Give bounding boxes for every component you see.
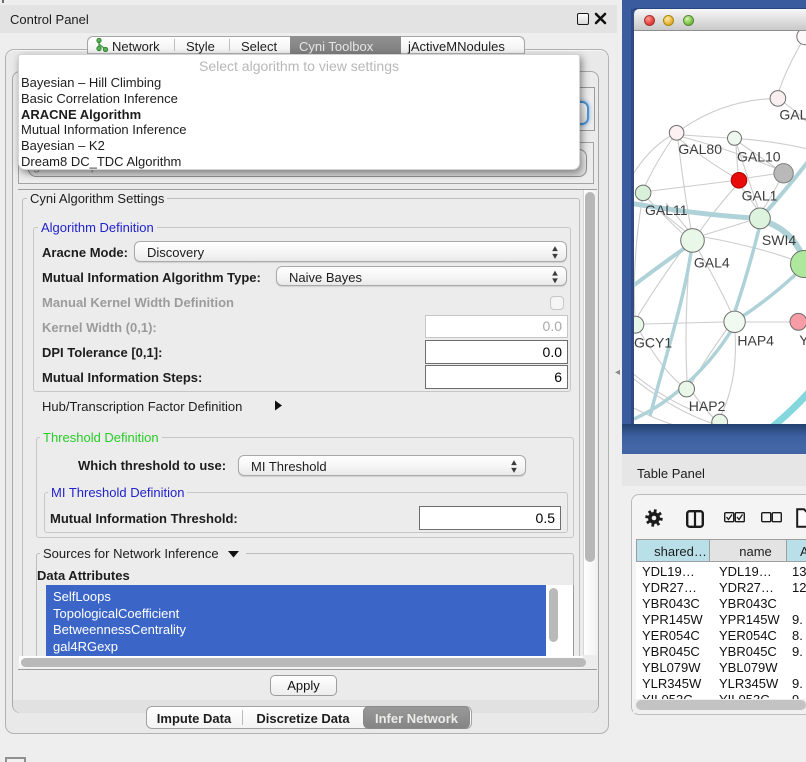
- svg-text:GCY1: GCY1: [634, 335, 672, 351]
- svg-text:HAP2: HAP2: [689, 398, 726, 414]
- svg-text:SWI4: SWI4: [762, 232, 796, 248]
- svg-text:GAL1: GAL1: [742, 188, 778, 204]
- svg-text:GAL4: GAL4: [694, 255, 730, 271]
- svg-text:HAP4: HAP4: [737, 333, 774, 349]
- svg-text:GAL10: GAL10: [737, 149, 781, 165]
- svg-text:Y: Y: [799, 332, 806, 348]
- svg-text:GAL80: GAL80: [678, 141, 722, 157]
- svg-text:GAL: GAL: [779, 106, 806, 122]
- svg-text:GAL11: GAL11: [645, 202, 688, 218]
